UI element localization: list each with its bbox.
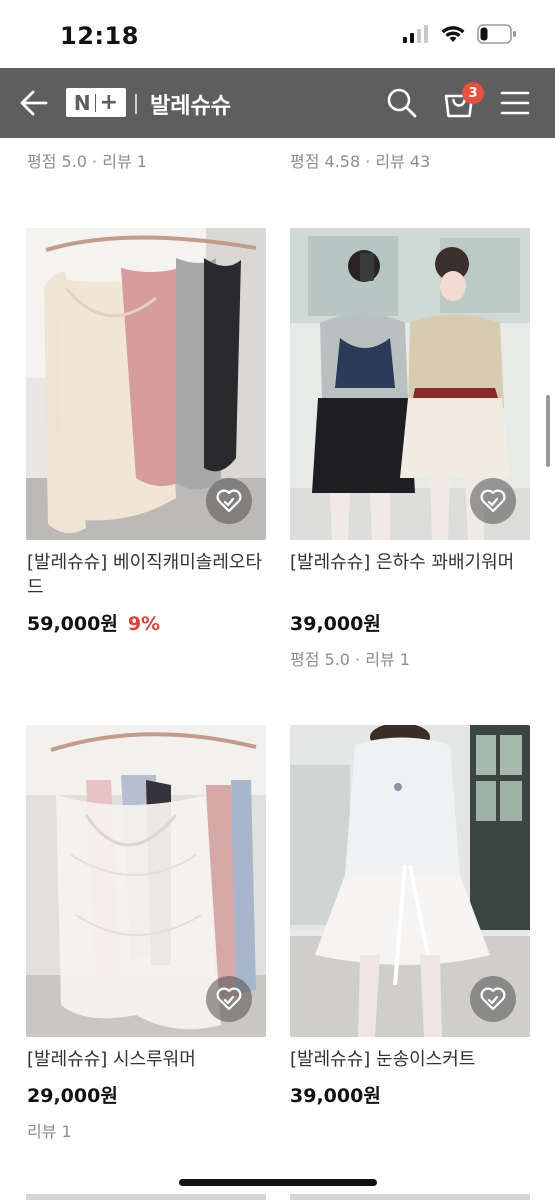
heart-check-icon: [216, 987, 242, 1011]
price-value: 39,000원: [290, 613, 381, 635]
product-price: 29,000원: [27, 1081, 118, 1108]
product-title[interactable]: [발레슈슈] 은하수 꽈배기워머: [290, 550, 540, 575]
back-arrow-icon: [20, 90, 48, 116]
back-button[interactable]: [18, 88, 50, 118]
cart-count-badge: 3: [462, 82, 484, 104]
heart-check-icon: [216, 489, 242, 513]
heart-check-icon: [480, 489, 506, 513]
battery-icon: [477, 24, 516, 44]
product-price: 59,000원 9%: [27, 609, 160, 636]
header-separator: [135, 94, 137, 114]
product-title[interactable]: [발레슈슈] 눈송이스커트: [290, 1047, 540, 1072]
product-rating: 평점 5.0 · 리뷰 1: [27, 152, 147, 171]
search-icon: [387, 88, 417, 118]
logo-n: N: [73, 90, 91, 115]
product-rating: 평점 4.58 · 리뷰 43: [290, 152, 431, 171]
product-rating: 평점 5.0 · 리뷰 1: [290, 650, 410, 669]
next-product-image-edge: [26, 1194, 266, 1200]
home-indicator[interactable]: [179, 1179, 377, 1186]
naver-plus-logo[interactable]: N +: [66, 88, 126, 117]
price-value: 39,000원: [290, 1085, 381, 1107]
wishlist-button[interactable]: [470, 478, 516, 524]
product-title[interactable]: [발레슈슈] 시스루워머: [27, 1047, 277, 1072]
discount-rate: 9%: [127, 613, 161, 635]
heart-check-icon: [480, 987, 506, 1011]
status-bar: 12:18: [0, 0, 555, 68]
menu-button[interactable]: [500, 90, 530, 116]
status-icons: [403, 24, 517, 44]
scrollbar[interactable]: [546, 395, 550, 467]
signal-icon: [403, 25, 428, 43]
next-product-image-edge: [290, 1194, 530, 1200]
logo-plus: +: [99, 89, 119, 115]
wifi-icon: [441, 26, 465, 42]
search-button[interactable]: [386, 86, 418, 120]
hamburger-menu-icon: [500, 91, 530, 115]
store-name[interactable]: 발레슈슈: [150, 88, 231, 120]
price-value: 29,000원: [27, 1085, 118, 1107]
wishlist-button[interactable]: [206, 976, 252, 1022]
logo-divider: [94, 93, 96, 112]
price-value: 59,000원: [27, 613, 118, 635]
wishlist-button[interactable]: [470, 976, 516, 1022]
wishlist-button[interactable]: [206, 478, 252, 524]
product-price: 39,000원: [290, 609, 381, 636]
status-time: 12:18: [60, 22, 139, 50]
product-review-count: 리뷰 1: [27, 1122, 72, 1141]
product-price: 39,000원: [290, 1081, 381, 1108]
product-title[interactable]: [발레슈슈] 베이직캐미솔레오타드: [27, 550, 277, 600]
